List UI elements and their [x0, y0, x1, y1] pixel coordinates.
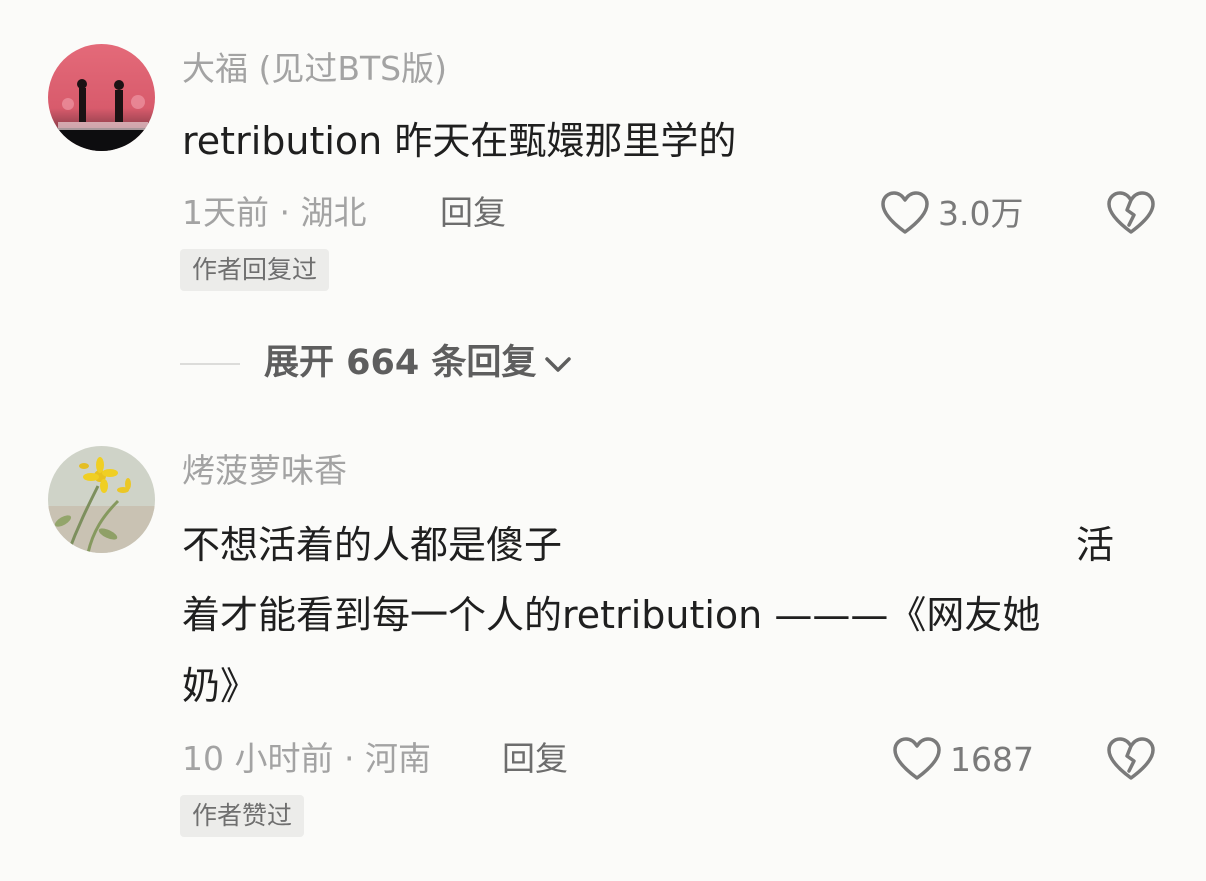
- dislike-button[interactable]: [1106, 190, 1156, 240]
- username[interactable]: 烤菠萝味香: [182, 454, 347, 487]
- reply-button[interactable]: 回复: [502, 742, 568, 775]
- comment-text: 不想活着的人都是傻子: [182, 523, 563, 567]
- expand-replies-label: 展开 664 条回复: [264, 343, 537, 383]
- chevron-down-icon: [545, 356, 572, 372]
- comment-text: 着才能看到每一个人的retribution ———《网友她: [182, 593, 1041, 637]
- like-count: 3.0万: [938, 193, 1024, 233]
- author-liked-badge: 作者赞过: [180, 795, 305, 837]
- comment-time-location: 10 小时前 · 河南: [182, 739, 431, 778]
- broken-heart-icon: [1107, 191, 1155, 234]
- avatar[interactable]: [48, 446, 155, 553]
- divider-line: [180, 362, 240, 365]
- comment-text: 活: [1076, 523, 1115, 567]
- username[interactable]: 大福 (见过BTS版): [182, 52, 447, 85]
- heart-outline-icon: [893, 737, 941, 780]
- comment-time-location: 1天前 · 湖北: [182, 193, 367, 232]
- comment-text: 奶》: [182, 664, 259, 708]
- like-count: 1687: [950, 739, 1034, 779]
- like-button[interactable]: 1687: [892, 736, 1034, 782]
- dislike-button[interactable]: [1106, 736, 1156, 786]
- reply-button[interactable]: 回复: [440, 196, 506, 229]
- expand-replies-button[interactable]: 展开 664 条回复: [180, 346, 574, 381]
- broken-heart-icon: [1107, 737, 1155, 780]
- avatar[interactable]: [48, 44, 155, 151]
- author-replied-badge: 作者回复过: [180, 249, 330, 291]
- heart-outline-icon: [881, 191, 929, 234]
- comment-text: retribution 昨天在甄嬛那里学的: [182, 119, 737, 163]
- like-button[interactable]: 3.0万: [880, 190, 1023, 236]
